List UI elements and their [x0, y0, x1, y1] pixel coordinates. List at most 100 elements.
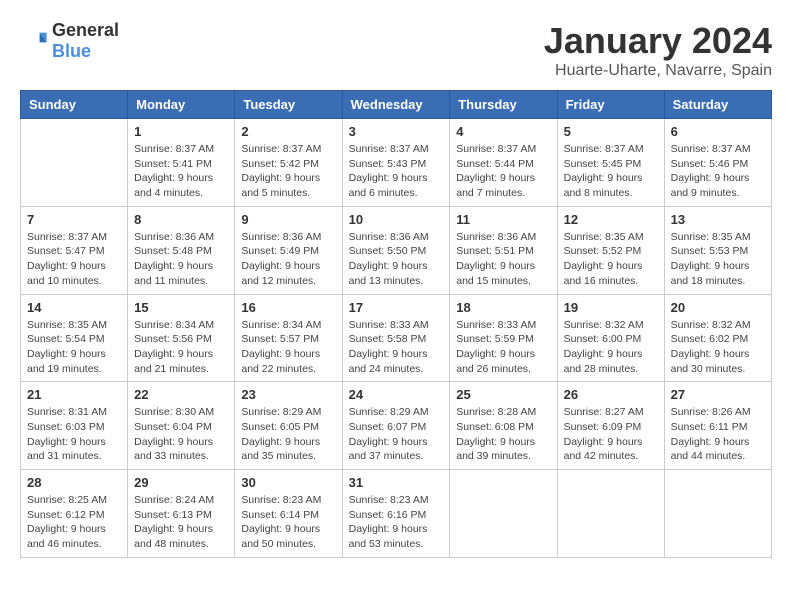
calendar-day-cell: 25 Sunrise: 8:28 AM Sunset: 6:08 PM Dayli… — [450, 382, 557, 470]
calendar-body: 1 Sunrise: 8:37 AM Sunset: 5:41 PM Daylig… — [21, 119, 772, 558]
calendar-header-cell: Monday — [128, 91, 235, 119]
calendar-header-cell: Sunday — [21, 91, 128, 119]
day-number: 20 — [671, 300, 765, 315]
day-number: 23 — [241, 387, 335, 402]
day-number: 28 — [27, 475, 121, 490]
calendar-day-cell: 3 Sunrise: 8:37 AM Sunset: 5:43 PM Daylig… — [342, 119, 450, 207]
calendar-day-cell: 2 Sunrise: 8:37 AM Sunset: 5:42 PM Daylig… — [235, 119, 342, 207]
day-info: Sunrise: 8:37 AM Sunset: 5:47 PM Dayligh… — [27, 230, 121, 289]
calendar-day-cell — [21, 119, 128, 207]
calendar-header-cell: Tuesday — [235, 91, 342, 119]
day-number: 30 — [241, 475, 335, 490]
page-subtitle: Huarte-Uharte, Navarre, Spain — [544, 62, 772, 80]
calendar-table: SundayMondayTuesdayWednesdayThursdayFrid… — [20, 90, 772, 558]
day-number: 8 — [134, 212, 228, 227]
calendar-day-cell: 30Sunrise: 8:23 AM Sunset: 6:14 PM Dayli… — [235, 470, 342, 558]
day-number: 17 — [349, 300, 444, 315]
logo-general: General — [52, 20, 119, 40]
day-info: Sunrise: 8:36 AM Sunset: 5:49 PM Dayligh… — [241, 230, 335, 289]
day-number: 22 — [134, 387, 228, 402]
day-info: Sunrise: 8:35 AM Sunset: 5:52 PM Dayligh… — [564, 230, 658, 289]
day-info: Sunrise: 8:30 AM Sunset: 6:04 PM Dayligh… — [134, 405, 228, 464]
calendar-day-cell: 17Sunrise: 8:33 AM Sunset: 5:58 PM Dayli… — [342, 294, 450, 382]
calendar-week-row: 21Sunrise: 8:31 AM Sunset: 6:03 PM Dayli… — [21, 382, 772, 470]
day-number: 31 — [349, 475, 444, 490]
day-number: 11 — [456, 212, 550, 227]
calendar-day-cell: 14 Sunrise: 8:35 AM Sunset: 5:54 PM Dayli… — [21, 294, 128, 382]
day-number: 7 — [27, 212, 121, 227]
calendar-header-cell: Wednesday — [342, 91, 450, 119]
day-info: Sunrise: 8:33 AM Sunset: 5:59 PM Dayligh… — [456, 318, 550, 377]
calendar-day-cell: 18 Sunrise: 8:33 AM Sunset: 5:59 PM Dayli… — [450, 294, 557, 382]
day-info: Sunrise: 8:37 AM Sunset: 5:42 PM Dayligh… — [241, 142, 335, 201]
day-number: 3 — [349, 124, 444, 139]
day-number: 9 — [241, 212, 335, 227]
calendar-header-cell: Saturday — [664, 91, 771, 119]
calendar-header-cell: Thursday — [450, 91, 557, 119]
day-info: Sunrise: 8:23 AM Sunset: 6:16 PM Dayligh… — [349, 493, 444, 552]
calendar-day-cell: 8 Sunrise: 8:36 AM Sunset: 5:48 PM Daylig… — [128, 206, 235, 294]
day-number: 6 — [671, 124, 765, 139]
calendar-day-cell: 23 Sunrise: 8:29 AM Sunset: 6:05 PM Dayli… — [235, 382, 342, 470]
day-number: 5 — [564, 124, 658, 139]
day-info: Sunrise: 8:35 AM Sunset: 5:54 PM Dayligh… — [27, 318, 121, 377]
day-number: 18 — [456, 300, 550, 315]
day-number: 25 — [456, 387, 550, 402]
page-title: January 2024 — [544, 20, 772, 62]
day-info: Sunrise: 8:36 AM Sunset: 5:48 PM Dayligh… — [134, 230, 228, 289]
day-info: Sunrise: 8:37 AM Sunset: 5:41 PM Dayligh… — [134, 142, 228, 201]
calendar-day-cell: 12Sunrise: 8:35 AM Sunset: 5:52 PM Dayli… — [557, 206, 664, 294]
day-number: 4 — [456, 124, 550, 139]
title-area: January 2024 Huarte-Uharte, Navarre, Spa… — [544, 20, 772, 80]
day-info: Sunrise: 8:34 AM Sunset: 5:57 PM Dayligh… — [241, 318, 335, 377]
calendar-week-row: 1 Sunrise: 8:37 AM Sunset: 5:41 PM Daylig… — [21, 119, 772, 207]
day-info: Sunrise: 8:37 AM Sunset: 5:43 PM Dayligh… — [349, 142, 444, 201]
day-number: 13 — [671, 212, 765, 227]
calendar-day-cell: 6 Sunrise: 8:37 AM Sunset: 5:46 PM Daylig… — [664, 119, 771, 207]
logo-blue: Blue — [52, 41, 91, 61]
calendar-day-cell: 11 Sunrise: 8:36 AM Sunset: 5:51 PM Dayli… — [450, 206, 557, 294]
day-info: Sunrise: 8:36 AM Sunset: 5:51 PM Dayligh… — [456, 230, 550, 289]
day-info: Sunrise: 8:36 AM Sunset: 5:50 PM Dayligh… — [349, 230, 444, 289]
calendar-day-cell: 9 Sunrise: 8:36 AM Sunset: 5:49 PM Daylig… — [235, 206, 342, 294]
day-number: 10 — [349, 212, 444, 227]
day-info: Sunrise: 8:28 AM Sunset: 6:08 PM Dayligh… — [456, 405, 550, 464]
day-number: 29 — [134, 475, 228, 490]
calendar-day-cell: 15 Sunrise: 8:34 AM Sunset: 5:56 PM Dayli… — [128, 294, 235, 382]
logo-icon — [20, 27, 48, 55]
calendar-header-row: SundayMondayTuesdayWednesdayThursdayFrid… — [21, 91, 772, 119]
day-number: 21 — [27, 387, 121, 402]
day-number: 1 — [134, 124, 228, 139]
calendar-week-row: 28 Sunrise: 8:25 AM Sunset: 6:12 PM Dayli… — [21, 470, 772, 558]
day-info: Sunrise: 8:29 AM Sunset: 6:05 PM Dayligh… — [241, 405, 335, 464]
day-info: Sunrise: 8:25 AM Sunset: 6:12 PM Dayligh… — [27, 493, 121, 552]
calendar-day-cell: 5 Sunrise: 8:37 AM Sunset: 5:45 PM Daylig… — [557, 119, 664, 207]
day-info: Sunrise: 8:27 AM Sunset: 6:09 PM Dayligh… — [564, 405, 658, 464]
calendar-week-row: 7 Sunrise: 8:37 AM Sunset: 5:47 PM Daylig… — [21, 206, 772, 294]
day-number: 24 — [349, 387, 444, 402]
calendar-day-cell: 7 Sunrise: 8:37 AM Sunset: 5:47 PM Daylig… — [21, 206, 128, 294]
calendar-day-cell: 4 Sunrise: 8:37 AM Sunset: 5:44 PM Daylig… — [450, 119, 557, 207]
day-info: Sunrise: 8:34 AM Sunset: 5:56 PM Dayligh… — [134, 318, 228, 377]
day-number: 15 — [134, 300, 228, 315]
day-info: Sunrise: 8:24 AM Sunset: 6:13 PM Dayligh… — [134, 493, 228, 552]
day-number: 14 — [27, 300, 121, 315]
day-number: 26 — [564, 387, 658, 402]
day-info: Sunrise: 8:37 AM Sunset: 5:46 PM Dayligh… — [671, 142, 765, 201]
calendar-header-cell: Friday — [557, 91, 664, 119]
logo: General Blue — [20, 20, 119, 62]
day-number: 19 — [564, 300, 658, 315]
calendar-day-cell: 10 Sunrise: 8:36 AM Sunset: 5:50 PM Dayli… — [342, 206, 450, 294]
calendar-day-cell: 29 Sunrise: 8:24 AM Sunset: 6:13 PM Dayli… — [128, 470, 235, 558]
day-info: Sunrise: 8:37 AM Sunset: 5:45 PM Dayligh… — [564, 142, 658, 201]
calendar-day-cell: 26 Sunrise: 8:27 AM Sunset: 6:09 PM Dayli… — [557, 382, 664, 470]
calendar-day-cell — [664, 470, 771, 558]
day-info: Sunrise: 8:26 AM Sunset: 6:11 PM Dayligh… — [671, 405, 765, 464]
calendar-day-cell: 31 Sunrise: 8:23 AM Sunset: 6:16 PM Dayli… — [342, 470, 450, 558]
calendar-day-cell: 13Sunrise: 8:35 AM Sunset: 5:53 PM Dayli… — [664, 206, 771, 294]
day-number: 2 — [241, 124, 335, 139]
calendar-day-cell: 22 Sunrise: 8:30 AM Sunset: 6:04 PM Dayli… — [128, 382, 235, 470]
calendar-day-cell — [450, 470, 557, 558]
day-info: Sunrise: 8:29 AM Sunset: 6:07 PM Dayligh… — [349, 405, 444, 464]
day-info: Sunrise: 8:37 AM Sunset: 5:44 PM Dayligh… — [456, 142, 550, 201]
